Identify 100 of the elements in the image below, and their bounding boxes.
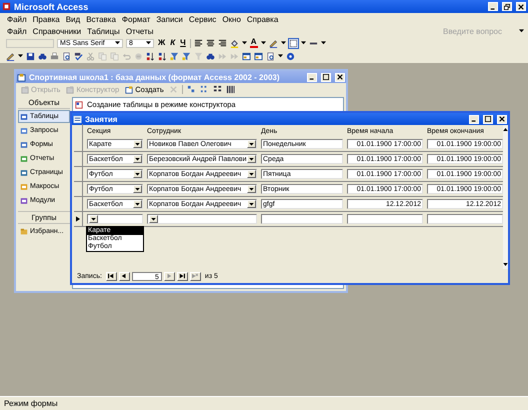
text-style-button[interactable]: К: [169, 38, 176, 48]
menu-item[interactable]: Справка: [246, 14, 278, 24]
scroll-down-icon[interactable]: [503, 263, 508, 266]
window-title: Спортивная школа1 : база данных (формат Access 2002 - 2003): [29, 72, 280, 82]
dropdown-button[interactable]: [247, 185, 256, 193]
dropdown-button[interactable]: [133, 200, 142, 208]
toolbar-glyph-icon: [125, 86, 134, 94]
spelling-icon[interactable]: [74, 52, 83, 60]
dropdown-button[interactable]: [89, 215, 98, 223]
help-icon[interactable]: [286, 52, 295, 60]
dropdown-button[interactable]: [133, 140, 142, 148]
align-left-icon[interactable]: [194, 38, 203, 48]
status-bar: Режим формы: [0, 396, 528, 410]
small-icons-view-icon[interactable]: [200, 85, 209, 94]
minimize-button[interactable]: [488, 2, 498, 11]
next-record-button[interactable]: [164, 272, 175, 280]
vertical-scrollbar[interactable]: [503, 125, 508, 269]
section-combo[interactable]: [87, 214, 143, 224]
menu-item[interactable]: Справочники: [32, 26, 82, 36]
filter-icon[interactable]: [170, 52, 179, 60]
align-center-icon[interactable]: [206, 38, 215, 48]
filter-form-icon[interactable]: [182, 52, 191, 60]
caret-icon: [146, 41, 151, 45]
close-icon: [499, 116, 505, 122]
restore-button[interactable]: [502, 2, 512, 11]
windows-icon[interactable]: [254, 52, 263, 60]
details-view-icon[interactable]: [226, 85, 235, 94]
last-record-button[interactable]: [176, 272, 188, 280]
maximize-icon: [323, 74, 329, 80]
record-selector[interactable]: [74, 212, 83, 226]
menu-item[interactable]: Сервис: [188, 14, 216, 24]
previous-record-button[interactable]: [118, 272, 130, 280]
last-record-icon: [179, 273, 186, 279]
menu-item[interactable]: Записи: [156, 14, 183, 24]
scroll-up-icon[interactable]: [503, 128, 508, 131]
save-icon[interactable]: [26, 52, 35, 60]
minimize-button[interactable]: [469, 114, 479, 124]
menu-item[interactable]: Таблицы: [87, 26, 120, 36]
start-time-field[interactable]: [347, 214, 423, 224]
sort-ascending-icon[interactable]: [146, 52, 155, 60]
dropdown-button[interactable]: [133, 185, 142, 193]
maximize-button[interactable]: [483, 114, 493, 124]
dropdown-button[interactable]: [247, 140, 256, 148]
end-time-field[interactable]: [427, 214, 503, 224]
pencil-ruler-icon[interactable]: [6, 52, 15, 60]
dropdown-button[interactable]: [149, 215, 158, 223]
align-right-icon[interactable]: [218, 38, 227, 48]
caret-icon: [249, 202, 254, 206]
new-record-button[interactable]: [190, 272, 201, 280]
caret-icon: [135, 188, 140, 190]
caret-icon[interactable]: [242, 41, 247, 45]
caret-icon[interactable]: [278, 54, 283, 58]
font-color-button[interactable]: A: [250, 38, 258, 48]
sort-descending-icon[interactable]: [158, 52, 167, 60]
day-field[interactable]: [261, 214, 343, 224]
new-record-icon: [192, 273, 198, 279]
fill-bucket-icon[interactable]: [230, 38, 239, 48]
close-button[interactable]: [516, 2, 526, 11]
caret-icon[interactable]: [18, 54, 23, 58]
new-object-icon[interactable]: [266, 52, 275, 60]
text-style-button[interactable]: Ч: [179, 38, 187, 48]
help-search-field[interactable]: Введите вопрос: [443, 26, 513, 36]
database-icon: [17, 72, 26, 82]
caret-icon[interactable]: [300, 41, 306, 45]
search-icon[interactable]: [38, 52, 47, 60]
dropdown-button[interactable]: [133, 170, 142, 178]
employee-combo[interactable]: [147, 214, 257, 224]
caret-icon[interactable]: [320, 41, 326, 45]
pen-icon[interactable]: [268, 38, 278, 48]
menu-item[interactable]: Вставка: [86, 14, 116, 24]
dropdown-button[interactable]: [133, 155, 142, 163]
close-button[interactable]: [497, 114, 507, 124]
caret-icon: [91, 218, 96, 220]
menu-item[interactable]: Отчеты: [126, 26, 154, 36]
caret-icon: [151, 218, 156, 220]
list-view-icon[interactable]: [212, 85, 222, 94]
dropdown-button[interactable]: [247, 170, 256, 178]
print-preview-icon[interactable]: [62, 52, 71, 60]
menu-item[interactable]: Вид: [66, 14, 80, 24]
binoculars-icon[interactable]: [206, 52, 215, 60]
menu-item[interactable]: Формат: [122, 14, 150, 24]
border-icon[interactable]: [288, 38, 298, 48]
menu-item[interactable]: Окно: [222, 14, 241, 24]
menu-item[interactable]: Файл: [7, 26, 27, 36]
caret-icon[interactable]: [280, 41, 286, 45]
large-icons-view-icon[interactable]: [186, 85, 196, 94]
print-icon[interactable]: [50, 52, 59, 60]
caret-icon: [249, 142, 254, 146]
database-window-icon[interactable]: [242, 52, 251, 60]
dropdown-button[interactable]: [247, 155, 256, 163]
toolbar-glyph-icon: [66, 86, 74, 94]
dropdown-button[interactable]: [247, 200, 256, 208]
caret-icon[interactable]: [260, 41, 266, 45]
first-record-button[interactable]: [106, 272, 117, 280]
caret-icon: [135, 202, 140, 206]
menu-item[interactable]: Файл: [7, 14, 27, 24]
caret-icon: [135, 142, 140, 146]
text-style-button[interactable]: Ж: [157, 38, 166, 48]
caret-icon: [249, 188, 254, 190]
menu-item[interactable]: Правка: [32, 14, 60, 24]
